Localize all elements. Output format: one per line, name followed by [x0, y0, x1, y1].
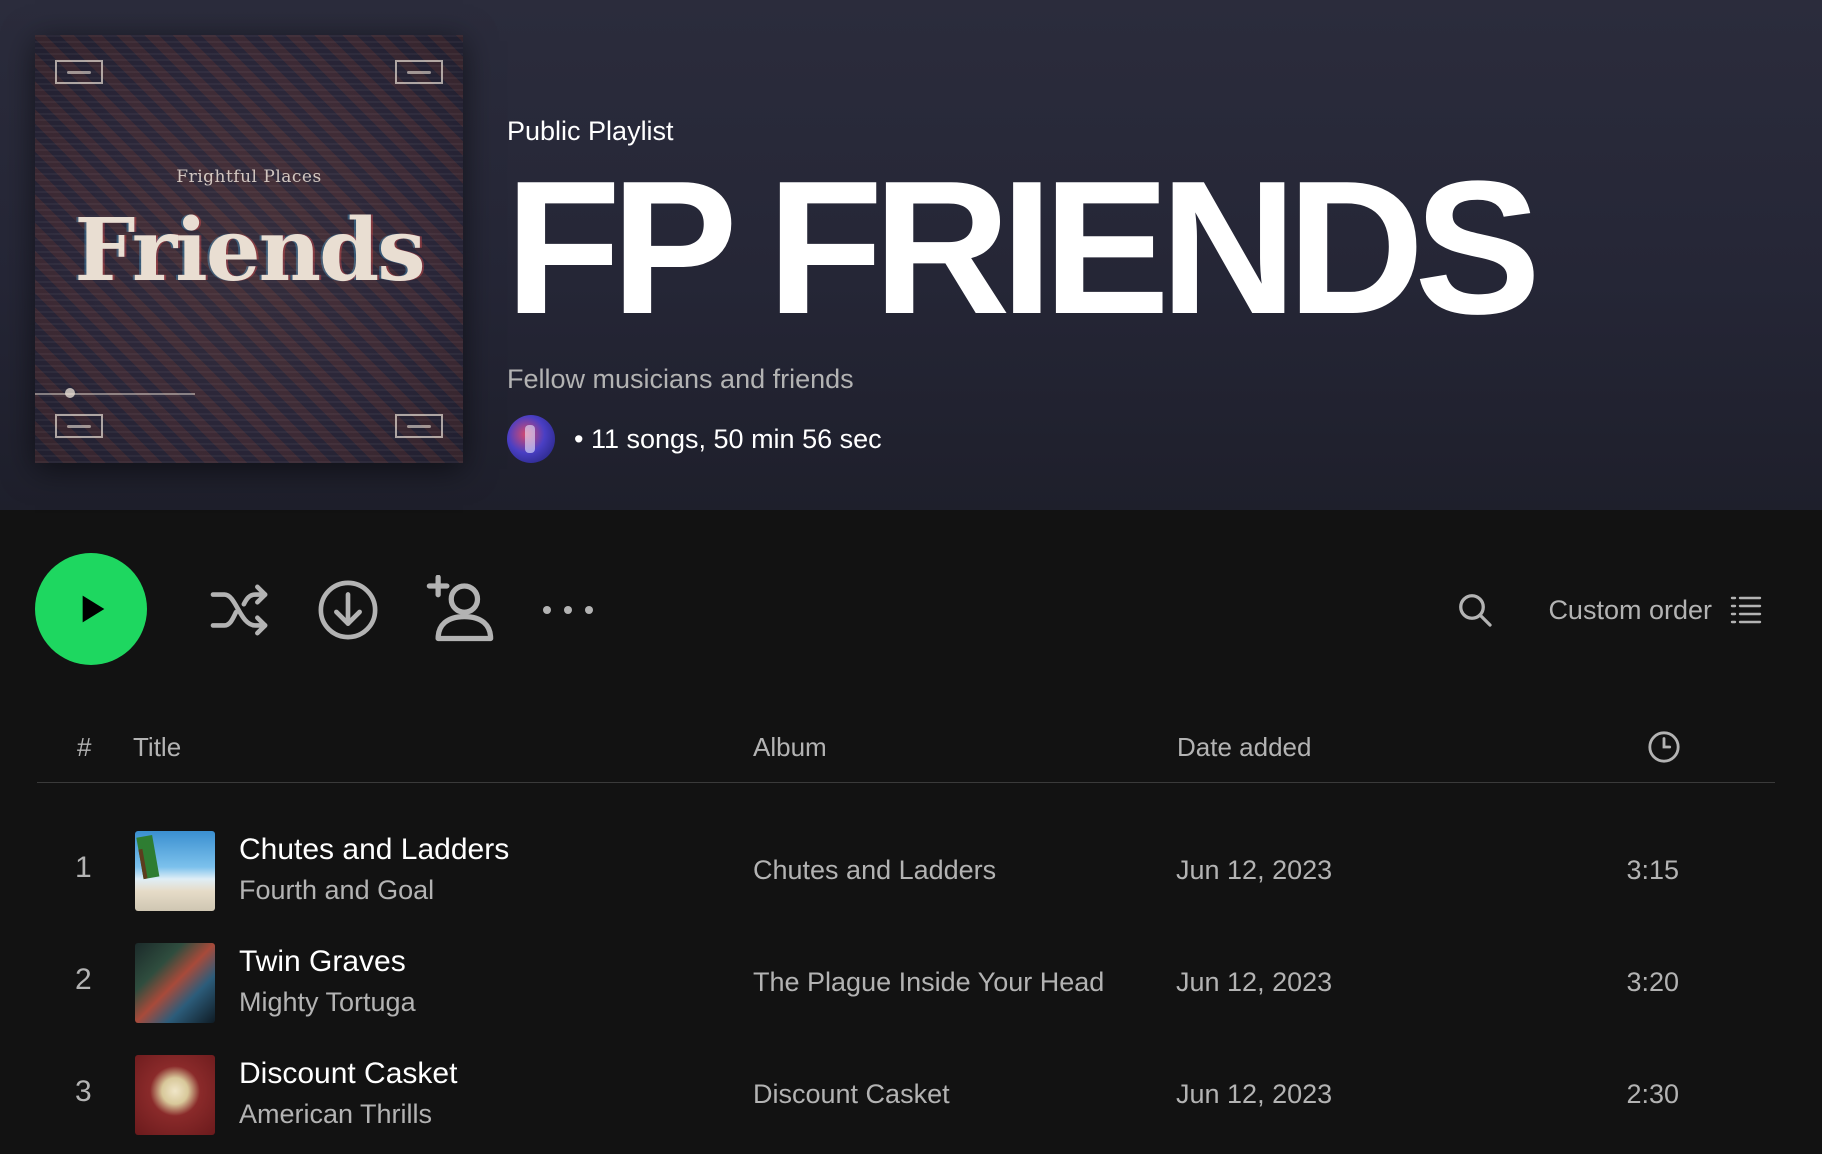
sort-order-label: Custom order — [1548, 594, 1712, 625]
playlist-meta: • 11 songs, 50 min 56 sec — [574, 424, 882, 454]
clock-icon — [1648, 731, 1680, 763]
add-user-icon — [426, 575, 494, 642]
track-number: 2 — [75, 963, 92, 996]
shuffle-icon — [210, 584, 268, 636]
track-album[interactable]: Chutes and Ladders — [753, 855, 996, 886]
cover-frame-corner-tr — [395, 60, 443, 84]
cover-title: Friends — [74, 200, 425, 301]
track-album-art — [135, 943, 215, 1023]
track-number: 1 — [75, 851, 92, 884]
track-album-art — [135, 1055, 215, 1135]
action-bar: Custom order — [0, 550, 1822, 670]
add-collaborator-button[interactable] — [420, 570, 500, 650]
cover-frame-corner-bl — [55, 414, 103, 438]
column-title[interactable]: Title — [133, 732, 181, 763]
track-date-added: Jun 12, 2023 — [1176, 967, 1333, 997]
track-artist[interactable]: Fourth and Goal — [239, 875, 434, 906]
list-icon — [1730, 596, 1762, 624]
track-artist[interactable]: Mighty Tortuga — [239, 987, 416, 1018]
column-date-added[interactable]: Date added — [1177, 732, 1311, 763]
owner-avatar[interactable] — [507, 415, 555, 463]
playlist-description: Fellow musicians and friends — [507, 364, 854, 394]
track-duration: 2:30 — [1626, 1079, 1679, 1109]
track-row[interactable]: 3 Discount Casket American Thrills Disco… — [37, 1037, 1775, 1149]
track-duration: 3:15 — [1626, 855, 1679, 885]
search-in-playlist-button[interactable] — [1450, 580, 1500, 640]
track-title[interactable]: Chutes and Ladders — [239, 833, 509, 867]
column-duration[interactable] — [1647, 730, 1681, 771]
track-title[interactable]: Twin Graves — [239, 945, 406, 979]
track-album[interactable]: Discount Casket — [753, 1079, 950, 1110]
column-number: # — [77, 732, 92, 762]
track-table-header: # Title Album Date added — [37, 720, 1775, 783]
track-row[interactable]: 2 Twin Graves Mighty Tortuga The Plague … — [37, 925, 1775, 1037]
download-icon — [318, 580, 378, 640]
cover-frame-corner-tl — [55, 60, 103, 84]
track-date-added: Jun 12, 2023 — [1176, 1079, 1333, 1109]
track-row[interactable]: 1 Chutes and Ladders Fourth and Goal Chu… — [37, 813, 1775, 925]
cover-decorative-dot — [65, 388, 75, 398]
shuffle-button[interactable] — [205, 575, 275, 645]
play-button[interactable] — [35, 553, 147, 665]
column-album[interactable]: Album — [753, 732, 827, 763]
track-title[interactable]: Discount Casket — [239, 1057, 457, 1091]
track-album-art — [135, 831, 215, 911]
playlist-cover-image[interactable]: Frightful Places Friends — [35, 35, 463, 463]
cover-decorative-line — [35, 393, 195, 395]
sort-order-dropdown[interactable]: Custom order — [1548, 580, 1762, 640]
track-artist[interactable]: American Thrills — [239, 1099, 432, 1130]
download-button[interactable] — [313, 575, 383, 645]
cover-subtitle: Frightful Places — [176, 167, 322, 187]
track-duration: 3:20 — [1626, 967, 1679, 997]
playlist-title[interactable]: FP FRIENDS — [505, 148, 1541, 348]
track-date-added: Jun 12, 2023 — [1176, 855, 1333, 885]
more-options-icon — [542, 606, 593, 614]
search-icon — [1459, 594, 1492, 627]
play-icon — [82, 595, 105, 623]
more-options-button[interactable] — [535, 580, 600, 640]
cover-frame-corner-br — [395, 414, 443, 438]
track-number: 3 — [75, 1075, 92, 1108]
playlist-header: Frightful Places Friends Public Playlist… — [0, 0, 1822, 510]
track-album[interactable]: The Plague Inside Your Head — [753, 967, 1104, 998]
